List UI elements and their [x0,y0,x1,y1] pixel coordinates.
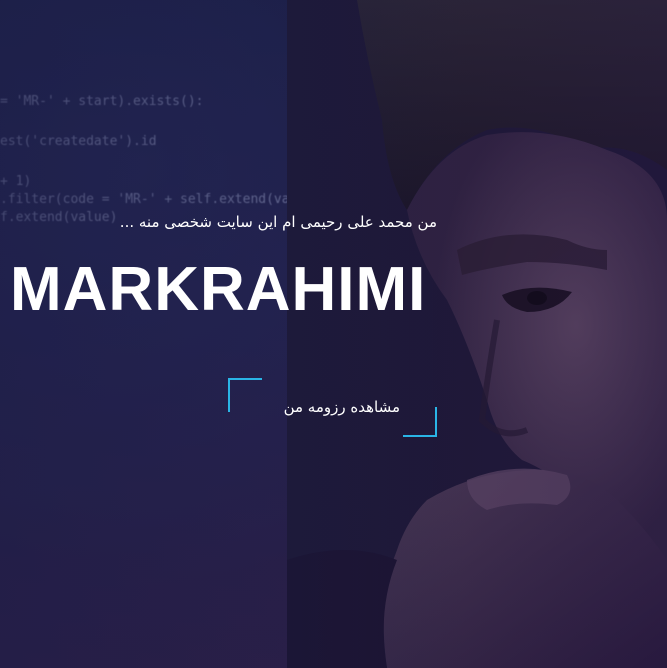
brand-title: MARKRAHIMI [10,255,427,324]
portrait-photo [287,0,667,668]
code-line: + 1) [0,174,32,189]
view-resume-label: مشاهده رزومه من [283,398,400,416]
hero-tagline: من محمد علی رحیمی ام این سایت شخصی منه .… [119,213,437,231]
hero-section: = 'MR-' + start).exists(): est('createda… [0,0,667,668]
view-resume-button[interactable]: مشاهده رزومه من [228,378,437,437]
corner-bracket-bottom-right [403,407,437,437]
code-line: = 'MR-' + start).exists(): [0,94,204,109]
code-line: est('createdate').id [0,134,157,149]
